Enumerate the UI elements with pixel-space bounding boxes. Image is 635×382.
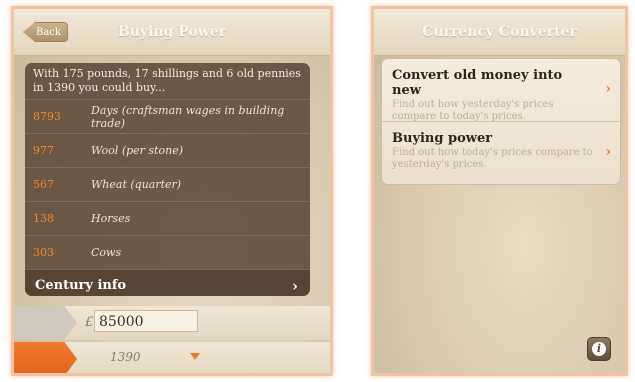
- list-item: 977 Wool (per stone): [25, 133, 310, 167]
- menu-item-subtitle: Find out how today's prices compare to y…: [392, 147, 593, 170]
- screen-title: Currency Converter: [422, 24, 577, 40]
- item-label: Horses: [91, 212, 131, 225]
- item-label: Wool (per stone): [91, 144, 183, 157]
- chevron-right-icon: ›: [605, 81, 611, 97]
- menu-item-title: Convert old money into new: [392, 68, 563, 98]
- chevron-right-icon: ›: [605, 144, 611, 160]
- list-item: 8793 Days (craftsman wages in building t…: [25, 99, 310, 133]
- menu-item-title: Buying power: [392, 131, 493, 146]
- amount-input[interactable]: 85000: [94, 310, 198, 332]
- currency-converter-screen: Currency Converter Convert old money int…: [371, 6, 628, 376]
- results-list: With 175 pounds, 17 shillings and 6 old …: [25, 63, 310, 296]
- nav-bar: Currency Converter: [374, 9, 625, 56]
- menu-item-subtitle: Find out how yesterday's prices compare …: [392, 99, 554, 122]
- item-label: Cows: [91, 246, 122, 259]
- item-value: 567: [33, 178, 54, 191]
- info-icon: i: [592, 342, 606, 356]
- century-info-label: Century info: [35, 278, 127, 293]
- dropdown-caret-icon[interactable]: [190, 353, 200, 360]
- item-value: 303: [33, 246, 54, 259]
- list-item: 138 Horses: [25, 201, 310, 235]
- nav-bar: Buying Power Back: [14, 9, 330, 56]
- item-value: 8793: [33, 110, 61, 123]
- item-label: Wheat (quarter): [91, 178, 182, 191]
- year-arrow-icon: [14, 342, 77, 373]
- currency-symbol: £: [85, 315, 94, 330]
- chevron-right-icon: ›: [292, 276, 298, 295]
- item-value: 977: [33, 144, 54, 157]
- buying-power-screen: Buying Power Back With 175 pounds, 17 sh…: [11, 6, 333, 376]
- info-button[interactable]: i: [587, 337, 611, 361]
- menu-item-buying-power[interactable]: Buying power Find out how today's prices…: [382, 121, 620, 183]
- list-item: 567 Wheat (quarter): [25, 167, 310, 201]
- item-label: Days (craftsman wages in building trade): [91, 103, 285, 130]
- century-info-row[interactable]: Century info ›: [25, 269, 310, 296]
- item-value: 138: [33, 212, 54, 225]
- intro-text: With 175 pounds, 17 shillings and 6 old …: [33, 67, 301, 94]
- menu-list: Convert old money into new Find out how …: [381, 58, 621, 185]
- year-select[interactable]: 1390: [110, 350, 141, 364]
- list-item: 303 Cows: [25, 235, 310, 269]
- amount-arrow-icon: [14, 306, 77, 340]
- menu-item-convert[interactable]: Convert old money into new Find out how …: [382, 59, 620, 122]
